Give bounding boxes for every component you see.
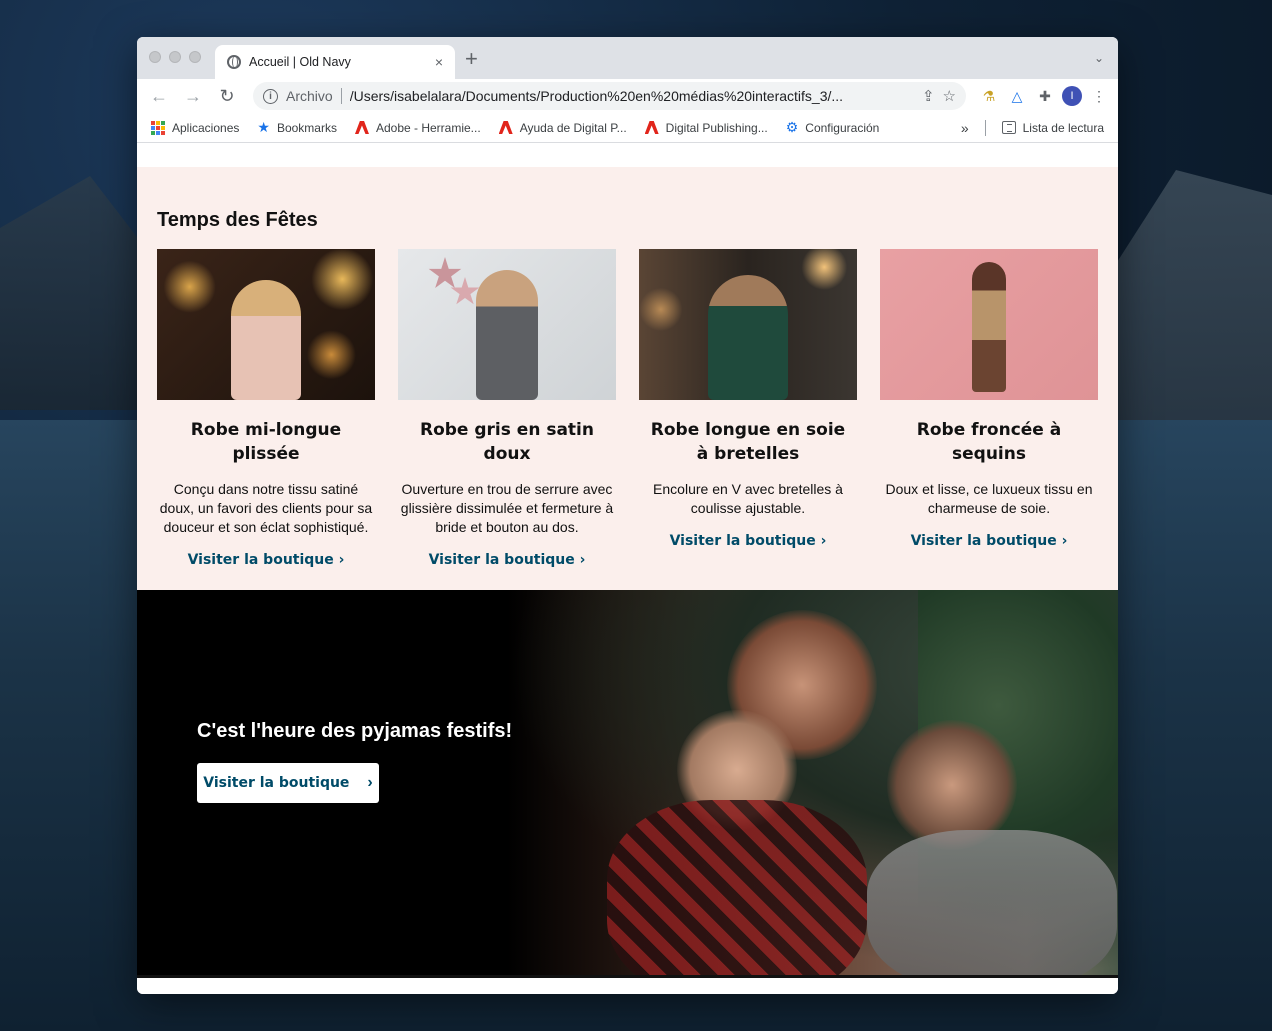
product-card: Robe mi-longue plissée Conçu dans notre … [157, 249, 375, 569]
adobe-icon [498, 121, 513, 134]
product-name: Robe mi-longue plissée [190, 420, 342, 464]
product-photo[interactable] [398, 249, 616, 400]
share-icon[interactable]: ⇪ [922, 87, 935, 105]
bookmark-label: Bookmarks [276, 120, 337, 135]
tab-old-navy[interactable]: Accueil | Old Navy × [215, 45, 455, 79]
product-card: Robe froncée à sequins Doux et lisse, ce… [880, 249, 1098, 569]
star-icon: ★ [257, 119, 270, 135]
reading-list-icon [1001, 121, 1016, 134]
close-tab-icon[interactable]: × [435, 54, 443, 70]
pajamas-banner: C'est l'heure des pyjamas festifs! Visit… [137, 590, 1118, 975]
bookmark-label: Configuración [805, 120, 880, 135]
close-window-button[interactable] [149, 51, 161, 63]
bookmark-aplicaciones[interactable]: Aplicaciones [151, 120, 240, 135]
bookmark-adobe-herramientas[interactable]: Adobe - Herramie... [354, 120, 481, 135]
flask-extension-icon[interactable]: ⚗ [978, 85, 1000, 107]
url-divider [340, 88, 342, 104]
bookmark-label: Adobe - Herramie... [375, 120, 481, 135]
url-scheme: Archivo [286, 88, 333, 104]
button-label: Visiter la boutique [203, 775, 350, 791]
desktop-wallpaper-hill [0, 176, 150, 410]
holiday-section: Temps des Fêtes Robe mi-longue plissée C… [137, 167, 1118, 590]
tab-search-chevron-icon[interactable]: ⌄ [1094, 51, 1104, 65]
bookmarks-bar: Aplicaciones ★ Bookmarks Adobe - Herrami… [137, 113, 1118, 143]
visit-shop-link[interactable]: Visiter la boutique › [188, 552, 345, 568]
page-content: Temps des Fêtes Robe mi-longue plissée C… [137, 143, 1118, 994]
forward-arrow-icon[interactable]: → [179, 82, 207, 110]
adobe-icon [644, 121, 659, 134]
reload-icon[interactable]: ↻ [213, 82, 241, 110]
footer-divider [137, 975, 1118, 978]
product-grid: Robe mi-longue plissée Conçu dans notre … [157, 249, 1098, 569]
browser-toolbar: ← → ↻ i Archivo /Users/isabelalara/Docum… [137, 79, 1118, 113]
bookmark-star-icon[interactable]: ☆ [943, 87, 956, 105]
puzzle-extensions-icon[interactable]: ✚ [1034, 85, 1056, 107]
more-bookmarks-chevron-icon[interactable]: » [961, 120, 969, 136]
bookmark-bookmarks[interactable]: ★ Bookmarks [257, 119, 337, 136]
product-description: Conçu dans notre tissu satiné doux, un f… [159, 481, 373, 535]
reading-list-label: Lista de lectura [1022, 120, 1104, 135]
product-description: Doux et lisse, ce luxueux tissu en charm… [885, 481, 1093, 516]
globe-icon [227, 55, 241, 69]
visit-shop-link[interactable]: Visiter la boutique › [670, 533, 827, 549]
section-title: Temps des Fêtes [157, 209, 318, 231]
bookmarks-right: » Lista de lectura [961, 119, 1104, 136]
bookmark-label: Aplicaciones [172, 120, 240, 135]
product-card: Robe longue en soie à bretelles Encolure… [639, 249, 857, 569]
apps-icon [151, 120, 165, 135]
gear-icon: ⚙ [785, 119, 799, 135]
product-photo[interactable] [639, 249, 857, 400]
family-photo [507, 590, 1118, 975]
product-name: Robe froncée à sequins [916, 420, 1062, 464]
product-photo[interactable] [880, 249, 1098, 400]
visit-shop-button[interactable]: Visiter la boutique › [197, 763, 379, 803]
product-name: Robe longue en soie à bretelles [650, 420, 846, 464]
bookmark-label: Ayuda de Digital P... [519, 120, 627, 135]
browser-menu-icon[interactable]: ⋮ [1088, 85, 1110, 107]
bookmark-ayuda-digital[interactable]: Ayuda de Digital P... [498, 120, 627, 135]
minimize-window-button[interactable] [169, 51, 181, 63]
new-tab-button[interactable]: + [465, 48, 478, 70]
adobe-icon [354, 121, 369, 134]
tab-bar: Accueil | Old Navy × + ⌄ [137, 37, 1118, 79]
banner-headline: C'est l'heure des pyjamas festifs! [197, 720, 513, 742]
info-icon[interactable]: i [263, 88, 278, 104]
bookmark-configuracion[interactable]: ⚙ Configuración [786, 119, 880, 136]
bookmarks-divider [984, 119, 986, 136]
tab-title: Accueil | Old Navy [249, 55, 351, 69]
product-description: Encolure en V avec bretelles à coulisse … [653, 481, 843, 516]
chevron-right-icon: › [367, 774, 373, 791]
bookmark-label: Digital Publishing... [665, 120, 768, 135]
product-name: Robe gris en satin doux [419, 420, 594, 464]
reading-list-button[interactable]: Lista de lectura [1001, 120, 1104, 135]
product-photo[interactable] [157, 249, 375, 400]
address-bar[interactable]: i Archivo /Users/isabelalara/Documents/P… [253, 82, 966, 110]
window-controls [149, 51, 201, 63]
product-card: Robe gris en satin doux Ouverture en tro… [398, 249, 616, 569]
bookmark-digital-publishing[interactable]: Digital Publishing... [644, 120, 768, 135]
triangle-extension-icon[interactable]: △ [1006, 85, 1028, 107]
visit-shop-link[interactable]: Visiter la boutique › [911, 533, 1068, 549]
back-arrow-icon[interactable]: ← [145, 82, 173, 110]
url-text[interactable]: /Users/isabelalara/Documents/Production%… [350, 88, 914, 104]
product-description: Ouverture en trou de serrure avec glissi… [400, 481, 614, 535]
visit-shop-link[interactable]: Visiter la boutique › [429, 552, 586, 568]
profile-avatar[interactable]: I [1062, 86, 1082, 106]
zoom-window-button[interactable] [189, 51, 201, 63]
browser-window: Accueil | Old Navy × + ⌄ ← → ↻ i Archivo… [137, 37, 1118, 994]
